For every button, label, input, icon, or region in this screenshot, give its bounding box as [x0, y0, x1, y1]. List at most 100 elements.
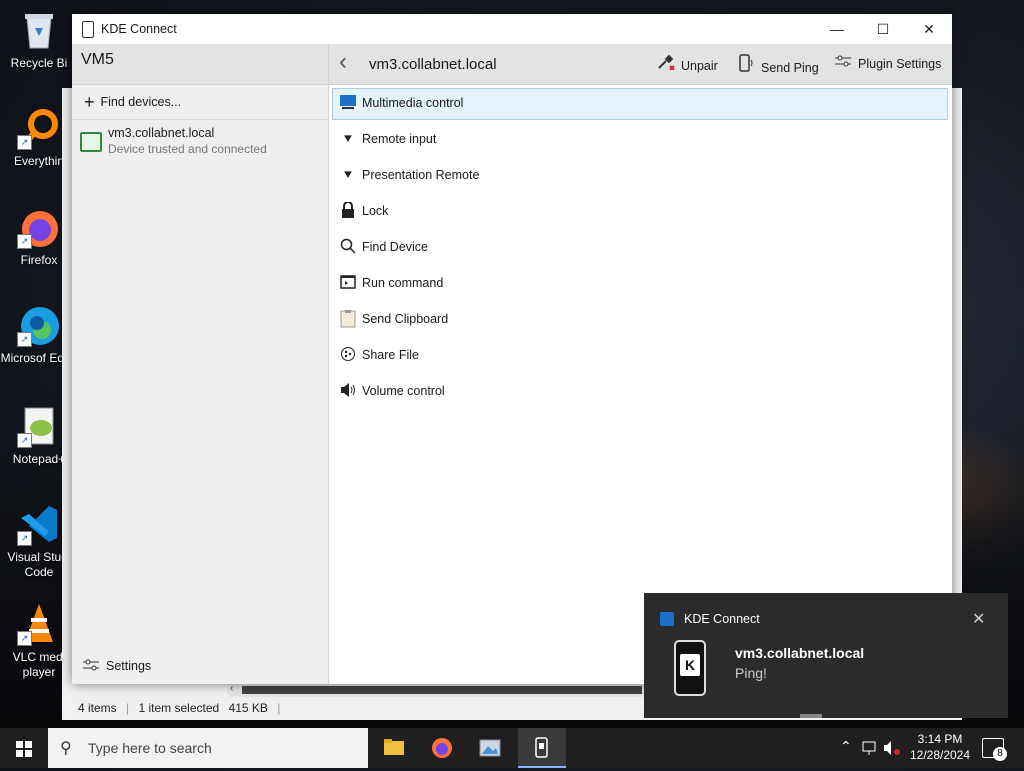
everything-search-icon: ↗: [17, 106, 61, 150]
device-title: vm3.collabnet.local: [369, 56, 497, 73]
plugin-remote-input[interactable]: ⯆ Remote input: [332, 124, 948, 156]
scroll-left-icon[interactable]: ‹: [230, 683, 233, 694]
action-center-button[interactable]: 8: [982, 738, 1007, 761]
phone-ping-icon: [737, 54, 755, 75]
close-icon[interactable]: ✕: [972, 609, 985, 629]
unpair-label: Unpair: [681, 59, 718, 73]
plugin-multimedia-control[interactable]: Multimedia control: [332, 88, 948, 120]
phone-kde-icon: K: [674, 640, 706, 696]
device-list-item[interactable]: vm3.collabnet.local Device trusted and c…: [72, 120, 328, 166]
status-item-count: 4 items: [78, 701, 117, 715]
host-name-header: VM5: [72, 44, 328, 85]
title-bar[interactable]: KDE Connect — ☐ ✕: [72, 14, 952, 44]
firefox-icon: ↗: [17, 205, 61, 249]
window-title: KDE Connect: [101, 22, 177, 36]
taskbar-photos[interactable]: [466, 728, 514, 768]
taskbar-firefox[interactable]: [418, 728, 466, 768]
search-placeholder: Type here to search: [88, 740, 212, 756]
send-ping-label: Send Ping: [761, 61, 819, 75]
shortcut-arrow-icon: ↗: [17, 135, 32, 150]
taskbar-file-explorer[interactable]: [370, 728, 418, 768]
plugin-send-clipboard[interactable]: Send Clipboard: [332, 304, 948, 336]
ping-notification-toast[interactable]: KDE Connect ✕ K vm3.collabnet.local Ping…: [644, 593, 1008, 718]
network-disconnected-icon: [862, 741, 876, 755]
device-name: vm3.collabnet.local: [108, 126, 215, 140]
sliders-icon: [83, 659, 99, 671]
plugin-share-file[interactable]: Share File: [332, 340, 948, 372]
network-status[interactable]: [860, 728, 880, 768]
taskbar-search-box[interactable]: ⚲ Type here to search: [48, 728, 368, 768]
notification-app-name: KDE Connect: [684, 612, 760, 626]
plugin-presentation-remote[interactable]: ⯆ Presentation Remote: [332, 160, 948, 192]
back-arrow-icon[interactable]: ‹: [339, 48, 347, 76]
minimize-button[interactable]: —: [814, 14, 860, 44]
plugin-label: Run command: [362, 276, 444, 290]
notification-title: vm3.collabnet.local: [735, 645, 865, 661]
file-explorer-icon: [384, 739, 404, 755]
magnifier-icon: [339, 238, 357, 256]
send-ping-button[interactable]: Send Ping: [737, 54, 819, 75]
maximize-button[interactable]: ☐: [860, 14, 906, 44]
close-button[interactable]: ✕: [906, 14, 952, 44]
plugin-label: Volume control: [362, 384, 445, 398]
scrollbar-thumb[interactable]: [242, 686, 642, 694]
plus-icon: +: [84, 92, 95, 112]
system-clock[interactable]: 3:14 PM 12/28/2024: [900, 731, 980, 763]
plugin-label: Share File: [362, 348, 419, 362]
plugin-label: Find Device: [362, 240, 428, 254]
settings-label: Settings: [106, 659, 152, 673]
device-connected-icon: [80, 132, 102, 152]
plugin-run-command[interactable]: Run command: [332, 268, 948, 300]
status-separator: |: [277, 701, 281, 715]
kde-connect-app-icon: [660, 612, 674, 626]
plugin-label: Send Clipboard: [362, 312, 449, 326]
windows-logo-icon: [16, 750, 23, 757]
presentation-pointer-icon: ⯆: [342, 167, 354, 183]
vscode-icon: ↗: [17, 502, 61, 546]
plugin-label: Presentation Remote: [362, 168, 480, 182]
desktop-icon-label: Recycle Bi: [10, 56, 68, 70]
speaker-icon: [339, 382, 357, 400]
plugin-settings-button[interactable]: Plugin Settings: [834, 54, 941, 71]
notification-count-badge: 8: [993, 747, 1007, 761]
windows-logo-icon: [25, 741, 32, 748]
volume-status[interactable]: [882, 728, 902, 768]
terminal-icon: [339, 274, 357, 292]
plugin-find-device[interactable]: Find Device: [332, 232, 948, 264]
explorer-status-bar: 4 items | 1 item selected 415 KB |: [72, 697, 644, 719]
device-status: Device trusted and connected: [108, 142, 267, 156]
status-selected: 1 item selected: [138, 701, 220, 715]
device-list-pane: VM5 + Find devices... vm3.collabnet.local…: [72, 44, 329, 684]
edge-icon: ↗: [17, 303, 61, 347]
notepad-plus-icon: ↗: [17, 404, 61, 448]
kde-connect-window: KDE Connect — ☐ ✕ VM5 + Find devices... v…: [72, 14, 952, 684]
plugin-lock[interactable]: Lock: [332, 196, 948, 228]
device-header: ‹ vm3.collabnet.local Unpair Send Ping P…: [329, 44, 952, 85]
windows-logo-icon: [16, 741, 23, 748]
kde-connect-icon: [535, 737, 548, 758]
status-separator: |: [126, 701, 130, 715]
status-size: 415 KB: [228, 701, 268, 715]
clock-time: 3:14 PM: [917, 732, 963, 746]
clipboard-icon: [339, 310, 357, 328]
shortcut-arrow-icon: ↗: [17, 234, 32, 249]
unplug-icon: [657, 54, 675, 73]
horizontal-scrollbar[interactable]: ‹: [228, 683, 644, 697]
unpair-button[interactable]: Unpair: [657, 54, 718, 73]
desktop-icon-recycle-bin[interactable]: Recycle Bi: [0, 8, 78, 71]
taskbar-kde-connect[interactable]: [518, 728, 566, 768]
lock-icon: [339, 201, 357, 220]
firefox-icon: [432, 738, 452, 758]
share-icon: [339, 346, 357, 364]
settings-button[interactable]: Settings: [72, 654, 151, 678]
device-detail-pane: ‹ vm3.collabnet.local Unpair Send Ping P…: [329, 44, 952, 684]
plugin-volume-control[interactable]: Volume control: [332, 376, 948, 408]
start-button[interactable]: [0, 728, 48, 768]
search-icon: ⚲: [60, 740, 72, 757]
volume-muted-icon: [884, 741, 900, 755]
taskbar: ⚲ Type here to search ⌃ 3:14 PM 12/28/20…: [0, 728, 1024, 768]
shortcut-arrow-icon: ↗: [17, 531, 32, 546]
notification-message: Ping!: [735, 665, 767, 681]
plugin-settings-label: Plugin Settings: [858, 57, 942, 71]
find-devices-button[interactable]: + Find devices...: [72, 85, 328, 120]
